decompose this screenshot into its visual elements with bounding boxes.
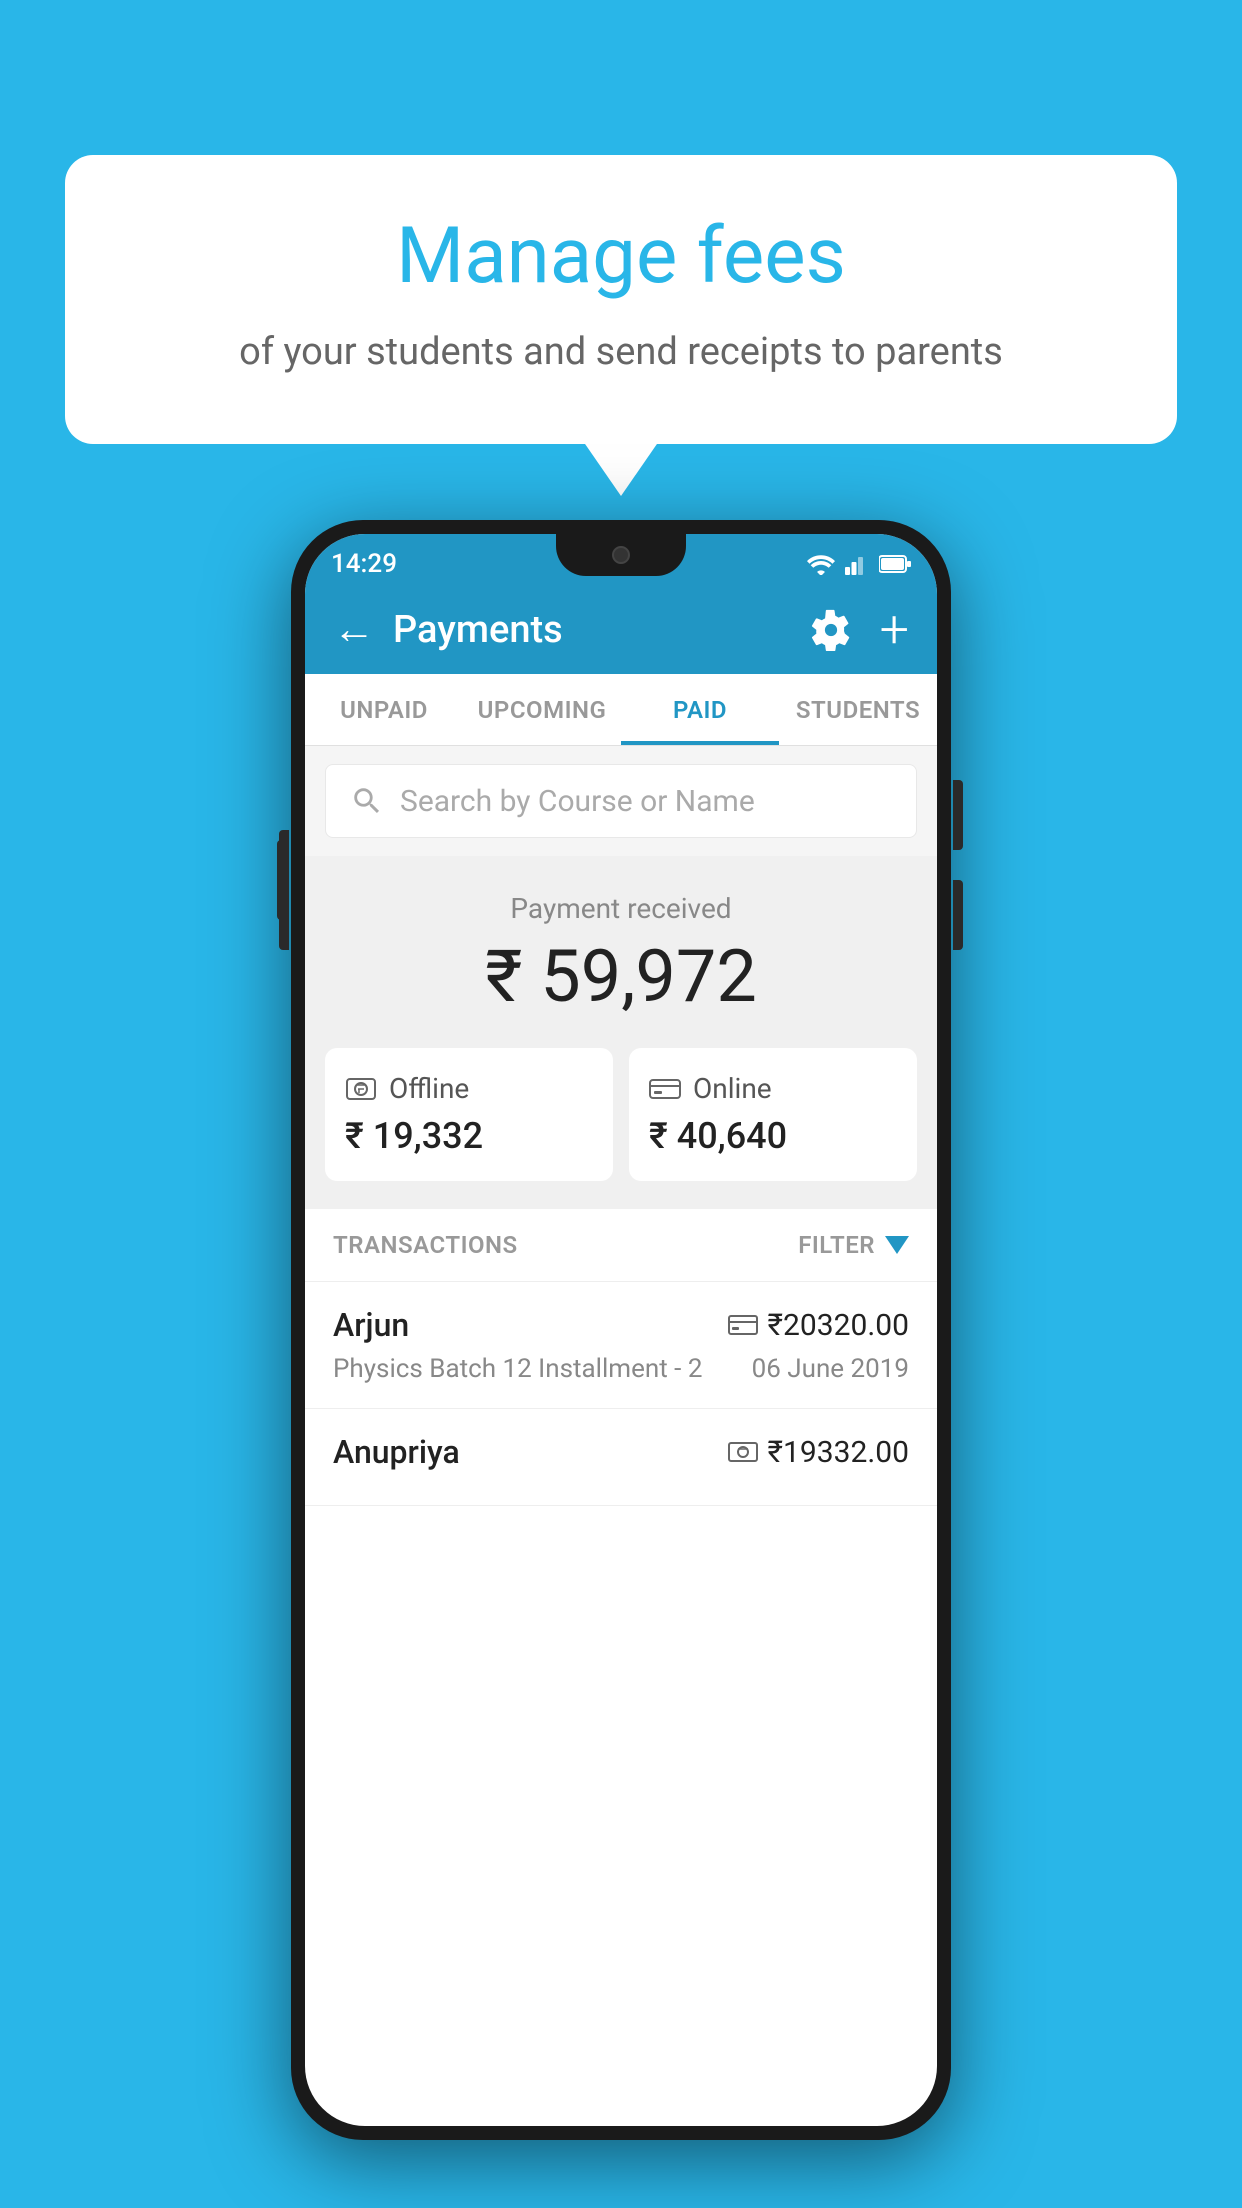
transaction-desc: Physics Batch 12 Installment - 2	[333, 1354, 702, 1384]
offline-label: Offline	[389, 1072, 469, 1105]
search-bar[interactable]: Search by Course or Name	[325, 764, 917, 838]
transaction-bottom: Physics Batch 12 Installment - 2 06 June…	[333, 1354, 909, 1384]
bubble-subtitle: of your students and send receipts to pa…	[125, 326, 1117, 379]
offline-payment-card: Offline ₹ 19,332	[325, 1048, 613, 1181]
transaction-amount-2: ₹19332.00	[768, 1435, 909, 1470]
payment-amount: ₹ 59,972	[333, 937, 909, 1016]
filter-icon	[885, 1236, 909, 1254]
transaction-name-2: Anupriya	[333, 1433, 460, 1471]
transaction-amount-row: ₹20320.00	[728, 1308, 909, 1343]
speech-bubble: Manage fees of your students and send re…	[65, 155, 1177, 444]
online-card-header: Online	[649, 1072, 897, 1105]
battery-icon	[879, 555, 911, 573]
transaction-top-2: Anupriya ₹19332.00	[333, 1433, 909, 1471]
offline-card-header: Offline	[345, 1072, 593, 1105]
transaction-amount: ₹20320.00	[768, 1308, 909, 1343]
transaction-name: Arjun	[333, 1306, 409, 1344]
transaction-amount-row-2: ₹19332.00	[728, 1435, 909, 1470]
card-payment-icon	[728, 1314, 758, 1336]
payment-received-label: Payment received	[333, 892, 909, 925]
back-button[interactable]: ←	[333, 609, 375, 651]
tab-upcoming[interactable]: UPCOMING	[463, 674, 621, 745]
transaction-row[interactable]: Arjun ₹20320.00 Physics Batch	[305, 1282, 937, 1409]
bubble-title: Manage fees	[125, 210, 1117, 304]
status-time: 14:29	[331, 549, 397, 579]
side-button-volume-up	[953, 780, 963, 850]
side-button-power	[279, 830, 289, 950]
transactions-label: TRANSACTIONS	[333, 1231, 518, 1259]
card-icon	[649, 1075, 681, 1103]
search-placeholder: Search by Course or Name	[400, 784, 755, 819]
filter-container[interactable]: FILTER	[798, 1231, 909, 1259]
search-icon	[350, 784, 384, 818]
transaction-row[interactable]: Anupriya ₹19332.00	[305, 1409, 937, 1506]
tab-unpaid[interactable]: UNPAID	[305, 674, 463, 745]
phone-outer: 14:29	[291, 520, 951, 2140]
header-right: +	[810, 604, 909, 656]
filter-label: FILTER	[798, 1231, 875, 1259]
transaction-top: Arjun ₹20320.00	[333, 1306, 909, 1344]
payment-cards: Offline ₹ 19,332 On	[305, 1048, 937, 1209]
search-container: Search by Course or Name	[305, 746, 937, 856]
side-button-volume-down	[953, 880, 963, 950]
header-left: ← Payments	[333, 608, 563, 652]
online-amount: ₹ 40,640	[649, 1115, 897, 1157]
app-header: ← Payments +	[305, 586, 937, 674]
add-button[interactable]: +	[880, 604, 909, 656]
camera-dot	[612, 546, 630, 564]
online-label: Online	[693, 1072, 772, 1105]
payment-received-section: Payment received ₹ 59,972	[305, 856, 937, 1048]
transactions-header: TRANSACTIONS FILTER	[305, 1209, 937, 1282]
background: Manage fees of your students and send re…	[0, 0, 1242, 2208]
cash-payment-icon	[728, 1440, 758, 1464]
phone-screen: 14:29	[305, 534, 937, 2126]
speech-bubble-wrapper: Manage fees of your students and send re…	[65, 155, 1177, 444]
offline-amount: ₹ 19,332	[345, 1115, 593, 1157]
tab-students[interactable]: STUDENTS	[779, 674, 937, 745]
online-payment-card: Online ₹ 40,640	[629, 1048, 917, 1181]
phone-notch	[556, 534, 686, 576]
cash-icon	[345, 1075, 377, 1103]
status-icons	[807, 553, 911, 575]
phone-mockup: 14:29	[291, 520, 951, 2140]
tabs-bar: UNPAID UPCOMING PAID STUDENTS	[305, 674, 937, 746]
wifi-icon	[807, 553, 835, 575]
signal-icon	[845, 553, 869, 575]
transaction-date: 06 June 2019	[752, 1354, 909, 1384]
tab-paid[interactable]: PAID	[621, 674, 779, 745]
header-title: Payments	[393, 608, 563, 652]
gear-icon[interactable]	[810, 609, 852, 651]
